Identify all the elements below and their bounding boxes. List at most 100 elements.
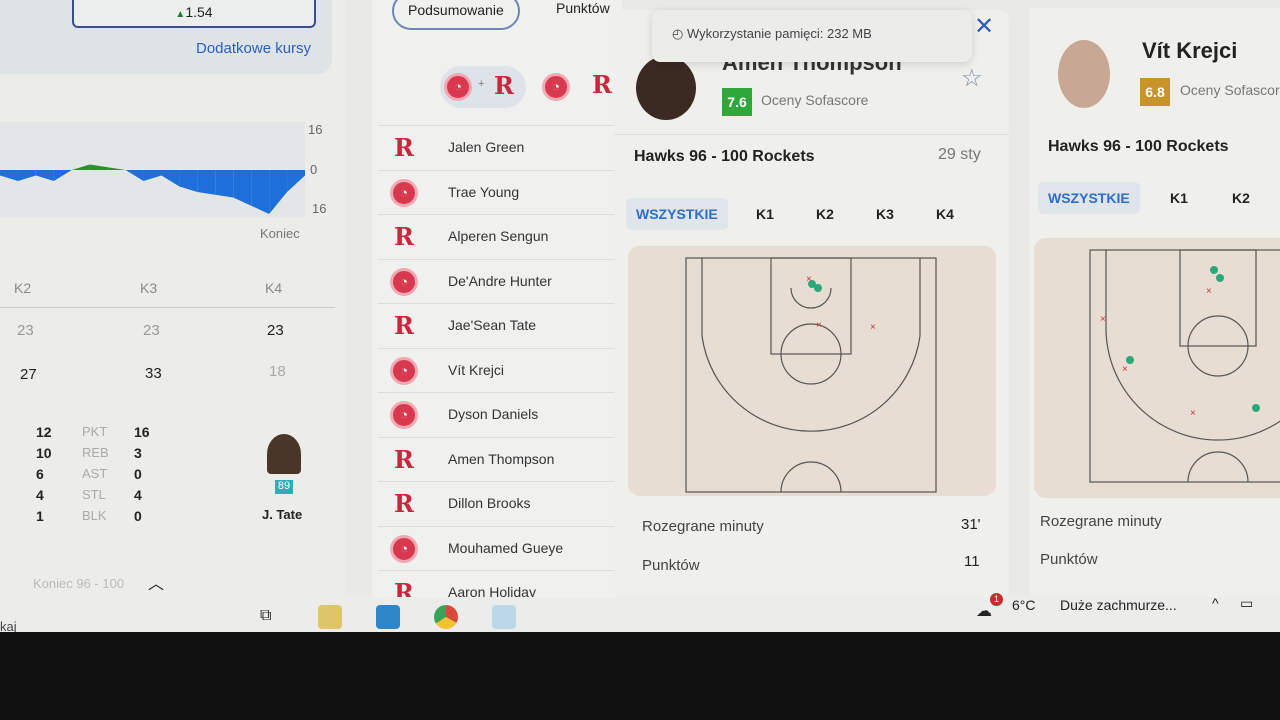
battery-icon[interactable]: ▭ bbox=[1240, 595, 1253, 612]
player-name: Dyson Daniels bbox=[448, 406, 539, 422]
svg-text:×: × bbox=[1100, 314, 1106, 325]
memory-usage-text: Wykorzystanie pamięci: 232 MB bbox=[686, 26, 872, 41]
svg-text:×: × bbox=[1122, 364, 1128, 375]
q-score: 27 bbox=[20, 366, 37, 383]
player-name[interactable]: J. Tate bbox=[262, 507, 302, 522]
player-name: Jalen Green bbox=[448, 139, 525, 155]
rockets-logo-icon: R bbox=[394, 311, 414, 340]
taskbar: kaj ⧉ ☁ 1 6°C Duże zachmurze... ^ ▭ bbox=[0, 593, 1280, 635]
odds-value: 1.54 bbox=[185, 4, 213, 20]
jersey-number: 89 bbox=[275, 480, 293, 494]
rating-badge: 6.8 bbox=[1140, 78, 1170, 106]
match-score: Hawks 96 - 100 Rockets bbox=[634, 148, 815, 165]
weather-text[interactable]: Duże zachmurze... bbox=[1060, 597, 1177, 613]
tab-q2[interactable]: K2 bbox=[806, 198, 844, 230]
q-score: 23 bbox=[143, 322, 160, 339]
player-popup-vit-krejci: Vít Krejci 6.8 Oceny Sofascore Hawks 96 … bbox=[1030, 8, 1280, 600]
stat-label: Punktów bbox=[642, 557, 700, 574]
quarter-header: K3 bbox=[140, 280, 158, 296]
rating-label: Oceny Sofascore bbox=[1180, 82, 1280, 98]
tab-q4[interactable]: K4 bbox=[926, 198, 964, 230]
filter-hawks[interactable]: ◔ bbox=[542, 73, 570, 101]
player-row[interactable]: ◔ Trae Young bbox=[378, 169, 618, 214]
tab-q1[interactable]: K1 bbox=[1160, 182, 1198, 214]
odds-button[interactable]: ▲1.54 bbox=[72, 0, 316, 28]
player-name: Dillon Brooks bbox=[448, 495, 531, 511]
rating-badge: 7.6 bbox=[722, 88, 752, 116]
tab-q2[interactable]: K2 bbox=[1222, 182, 1260, 214]
q-score: 18 bbox=[269, 363, 286, 380]
tab-q1[interactable]: K1 bbox=[746, 198, 784, 230]
player-row[interactable]: R Jalen Green bbox=[378, 125, 618, 169]
player-name: Jae'Sean Tate bbox=[448, 317, 537, 333]
stat-label: PKT bbox=[82, 424, 108, 439]
svg-text:×: × bbox=[1190, 408, 1196, 419]
player-row[interactable]: ◔ Vít Krejci bbox=[378, 347, 618, 392]
stat-label: BLK bbox=[82, 508, 107, 523]
close-icon[interactable]: ✕ bbox=[974, 12, 994, 41]
tray-chevron-icon[interactable]: ^ bbox=[1212, 595, 1219, 611]
tab-all[interactable]: WSZYSTKIE bbox=[1038, 182, 1140, 214]
game-summary-panel: ▲1.54 Dodatkowe kursy 16 0 16 Koniec K2 … bbox=[0, 0, 345, 600]
odds-card: ▲1.54 Dodatkowe kursy bbox=[0, 0, 332, 74]
player-row[interactable]: R Amen Thompson bbox=[378, 436, 618, 481]
task-view-icon[interactable]: ⧉ bbox=[260, 607, 271, 625]
score-diff-segment bbox=[215, 170, 234, 198]
match-score: Hawks 96 - 100 Rockets bbox=[1048, 138, 1229, 155]
rating-label: Oceny Sofascore bbox=[761, 92, 869, 108]
divider bbox=[614, 134, 1009, 135]
app-icon[interactable] bbox=[492, 605, 516, 629]
star-icon[interactable]: ☆ bbox=[961, 64, 983, 93]
weather-icon[interactable]: ☁ bbox=[976, 601, 992, 621]
away-stat: 4 bbox=[134, 487, 142, 503]
chevron-up-icon[interactable]: ︿ bbox=[148, 570, 164, 594]
tab-points[interactable]: Punktów bbox=[542, 0, 624, 30]
home-stat: 12 bbox=[36, 424, 52, 440]
home-stat: 10 bbox=[36, 445, 52, 461]
more-odds-link[interactable]: Dodatkowe kursy bbox=[196, 40, 311, 57]
rockets-logo-icon: R bbox=[394, 489, 414, 518]
weather-temp[interactable]: 6°C bbox=[1012, 597, 1036, 613]
hawks-logo-icon: ◔ bbox=[390, 401, 418, 429]
arrow-up-icon: ▲ bbox=[175, 9, 186, 20]
y-tick-zero: 0 bbox=[310, 162, 317, 177]
player-comparison: 12 PKT 16 10 REB 3 6 AST 0 4 STL 4 1 BLK 0 bbox=[30, 424, 170, 529]
player-name: Mouhamed Gueye bbox=[448, 539, 564, 556]
player-photo bbox=[267, 434, 301, 474]
stat-row: 12 PKT 16 bbox=[30, 424, 170, 445]
tab-q3[interactable]: K3 bbox=[866, 198, 904, 230]
quarter-header: K2 bbox=[14, 280, 32, 296]
tab-all[interactable]: WSZYSTKIE bbox=[626, 198, 728, 230]
store-icon[interactable] bbox=[376, 605, 400, 629]
player-name: Alperen Sengun bbox=[448, 228, 549, 244]
plus-sign: + bbox=[478, 78, 485, 90]
player-row[interactable]: ◔ Mouhamed Gueye bbox=[378, 525, 618, 570]
away-stat: 0 bbox=[134, 466, 142, 482]
player-row[interactable]: ◔ Dyson Daniels bbox=[378, 392, 618, 436]
rockets-logo-icon: R bbox=[394, 133, 414, 162]
tab-summary[interactable]: Podsumowanie bbox=[392, 0, 520, 30]
memory-usage-tooltip: ◴ Wykorzystanie pamięci: 232 MB bbox=[652, 10, 972, 62]
rockets-logo-icon: R bbox=[494, 71, 514, 100]
stat-row: 10 REB 3 bbox=[30, 445, 170, 466]
chrome-icon[interactable] bbox=[434, 605, 458, 629]
file-explorer-icon[interactable] bbox=[318, 605, 342, 629]
filter-rockets[interactable]: R bbox=[588, 71, 616, 99]
shot-marks: × × × bbox=[806, 274, 876, 333]
stat-label: Rozegrane minuty bbox=[1040, 513, 1162, 530]
home-stat: 4 bbox=[36, 487, 44, 503]
player-row[interactable]: R Alperen Sengun bbox=[378, 214, 618, 258]
q-score: 23 bbox=[17, 322, 34, 339]
stat-label: Punktów bbox=[1040, 551, 1098, 568]
player-row[interactable]: R Jae'Sean Tate bbox=[378, 303, 618, 347]
svg-text:×: × bbox=[806, 274, 812, 285]
player-photo bbox=[1058, 40, 1110, 108]
shot-chart: × × × bbox=[628, 246, 996, 496]
player-name: Amen Thompson bbox=[448, 450, 555, 467]
svg-text:×: × bbox=[1206, 286, 1212, 297]
stat-label: STL bbox=[82, 487, 106, 502]
filter-both-teams[interactable]: ◔ + R bbox=[440, 66, 526, 108]
y-tick-bottom: 16 bbox=[312, 201, 326, 216]
player-row[interactable]: R Dillon Brooks bbox=[378, 481, 618, 525]
player-row[interactable]: ◔ De'Andre Hunter bbox=[378, 258, 618, 303]
